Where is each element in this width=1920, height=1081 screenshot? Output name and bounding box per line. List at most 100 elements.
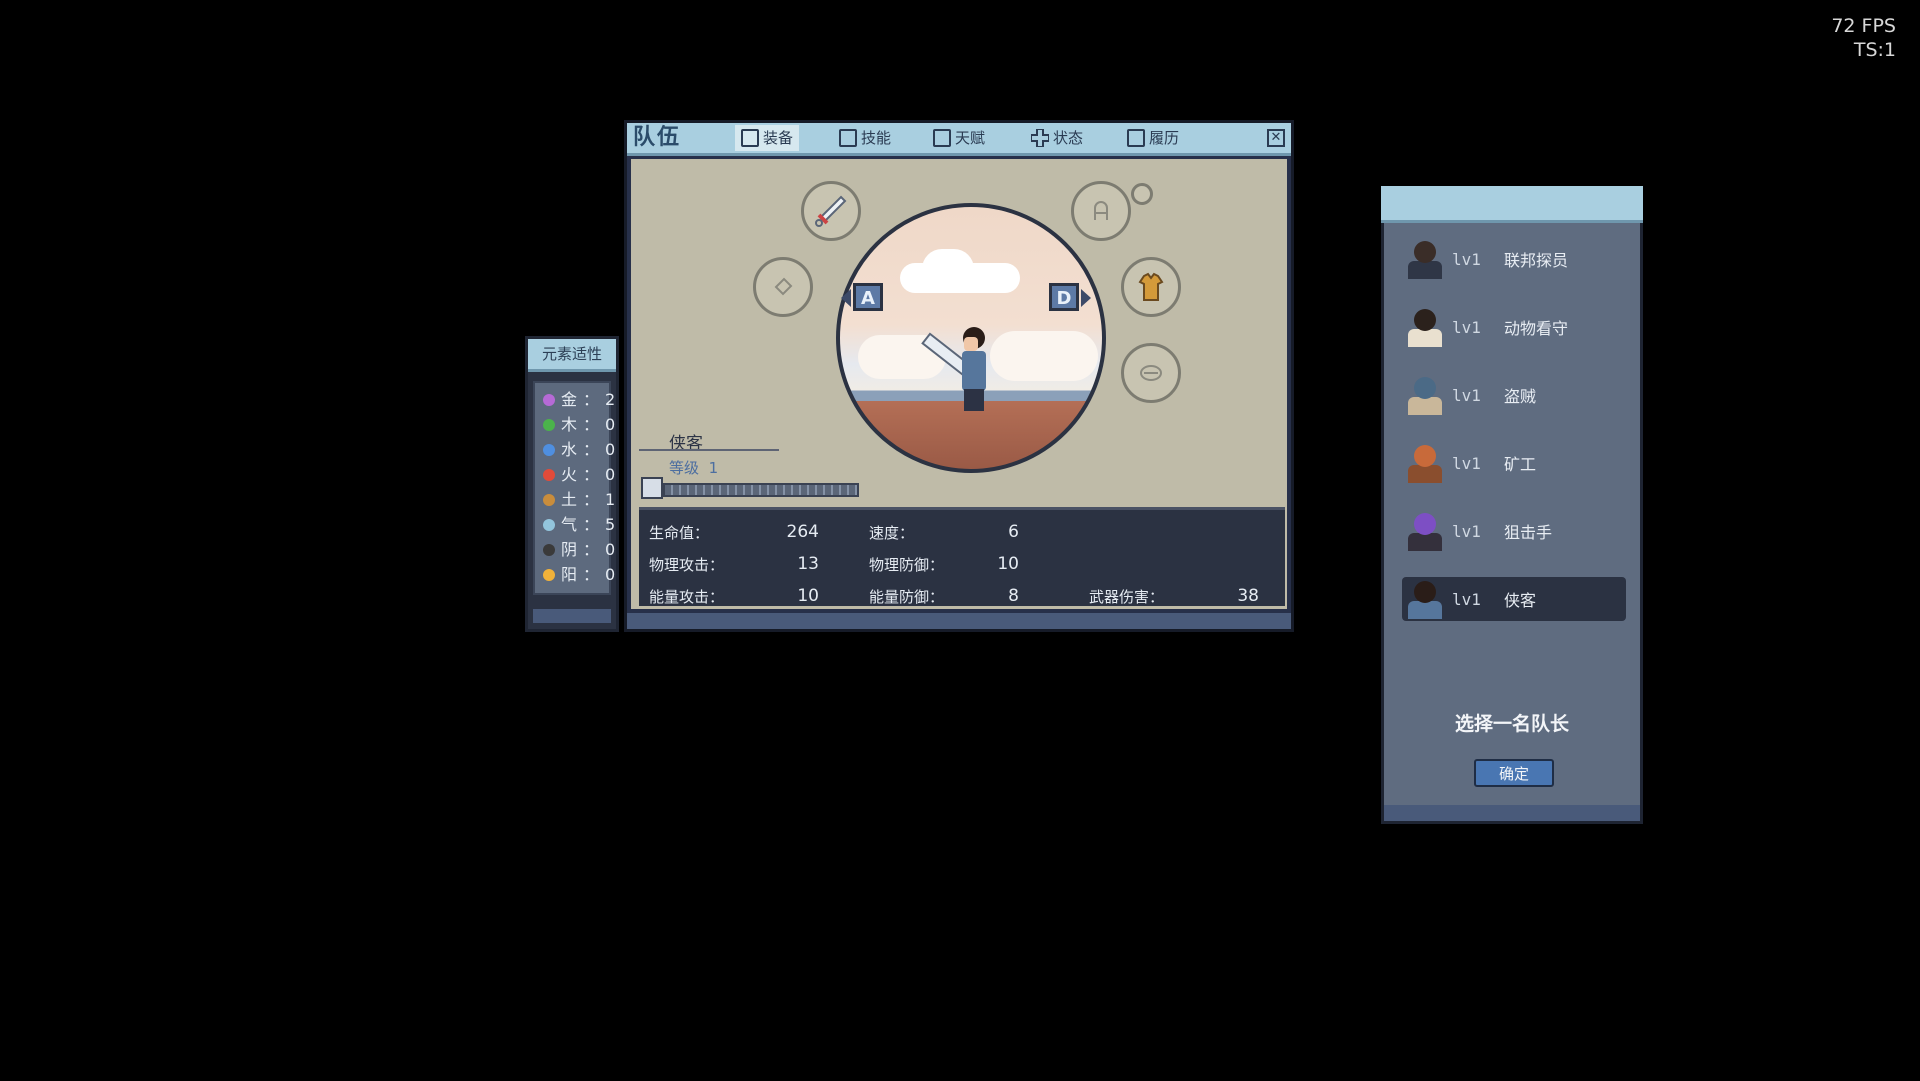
element-row: 气 ： 5 (543, 514, 615, 536)
element-value: 0 (605, 465, 616, 484)
leader-member-item[interactable]: lv1 狙击手 (1402, 509, 1626, 553)
equipment-panel: A D 侠客 等级 1 生命值： 264 速度： 6 物理攻击： 13 物理防御… (631, 159, 1287, 609)
avatar (1402, 577, 1446, 621)
leader-prompt: 选择一名队长 (1454, 713, 1569, 735)
stat-value-weapon-dmg: 38 (1237, 586, 1259, 606)
element-row: 阴 ： 0 (543, 539, 615, 561)
element-separator: ： (583, 565, 600, 584)
avatar (1402, 509, 1446, 553)
tab-label: 装备 (763, 129, 794, 147)
stat-value-energy-atk: 10 (797, 586, 819, 606)
stat-label-energy-def: 能量防御： (869, 588, 945, 606)
armor-slot[interactable] (1121, 257, 1181, 317)
element-row: 金 ： 2 (543, 389, 615, 411)
element-value: 0 (605, 565, 616, 584)
element-separator: ： (583, 465, 600, 484)
tab-equipment[interactable]: 装备 (735, 125, 800, 151)
element-icon (543, 394, 555, 406)
element-separator: ： (583, 440, 600, 459)
history-icon (1127, 129, 1145, 147)
equipment-icon (741, 129, 759, 147)
element-value: 0 (605, 415, 616, 434)
leader-member-item[interactable]: lv1 联邦探员 (1402, 237, 1626, 281)
member-name: 动物看守 (1504, 319, 1569, 338)
stat-value-hp: 264 (786, 522, 819, 542)
tab-talent[interactable]: 天赋 (927, 125, 991, 151)
avatar (1402, 305, 1446, 349)
leader-member-item[interactable]: lv1 动物看守 (1402, 305, 1626, 349)
element-row: 水 ： 0 (543, 439, 615, 461)
prev-character-button[interactable]: A (853, 283, 883, 311)
sword-icon (815, 195, 847, 227)
element-name: 阳 (561, 565, 578, 584)
avatar (1402, 237, 1446, 281)
stat-label-speed: 速度： (869, 524, 915, 542)
experience-icon (641, 477, 663, 499)
tab-status[interactable]: 状态 (1025, 125, 1089, 151)
leader-select-panel: lv1 联邦探员 lv1 动物看守 lv1 盗贼 lv1 矿工 lv1 狙击手 lv1 侠客 选择一名… (1381, 186, 1643, 824)
offhand-slot[interactable] (753, 257, 813, 317)
hero-sprite (958, 327, 988, 417)
arrow-right-icon[interactable] (1081, 289, 1091, 307)
element-name: 金 (561, 390, 578, 409)
element-value: 2 (605, 390, 616, 409)
stat-value-speed: 6 (1008, 522, 1019, 542)
weapon-slot[interactable] (801, 181, 861, 241)
stat-label-weapon-dmg: 武器伤害： (1089, 588, 1165, 606)
member-level: lv1 (1452, 589, 1481, 609)
element-name: 气 (561, 515, 578, 534)
tab-label: 技能 (861, 129, 892, 147)
stat-label-energy-atk: 能量攻击： (649, 588, 725, 606)
element-icon (543, 569, 555, 581)
tab-label: 天赋 (955, 129, 986, 147)
time-scale: TS:1 (1853, 39, 1896, 61)
stat-label-phys-atk: 物理攻击： (649, 556, 725, 574)
element-name: 阴 (561, 540, 578, 559)
tab-history[interactable]: 履历 (1121, 125, 1185, 151)
element-list: 金 ： 2 木 ： 0 水 ： 0 火 ： 0 土 ： 1 气 ： 5 阴 ： 0 阳 ： 0 (533, 381, 615, 595)
element-icon (543, 544, 555, 556)
party-window: 队伍 装备 技能 天赋 状态 履历 ✕ A D 侠客 等级 1 生命值： 264… (624, 120, 1294, 632)
element-name: 水 (561, 440, 578, 459)
element-icon (543, 519, 555, 531)
eye-icon[interactable] (1131, 183, 1153, 205)
element-separator: ： (583, 490, 600, 509)
tab-skill[interactable]: 技能 (833, 125, 897, 151)
ring-icon (1094, 201, 1108, 220)
robe-icon (1138, 272, 1164, 301)
stats-panel: 生命值： 264 速度： 6 物理攻击： 13 物理防御： 10 能量攻击： 1… (639, 507, 1285, 606)
party-title: 队伍 (633, 125, 682, 150)
leader-member-item[interactable]: lv1 矿工 (1402, 441, 1626, 485)
accessory-slot[interactable] (1071, 181, 1131, 241)
panel-footer (533, 609, 611, 623)
element-row: 土 ： 1 (543, 489, 615, 511)
confirm-button[interactable]: 确定 (1474, 759, 1554, 787)
member-name: 狙击手 (1504, 523, 1553, 542)
element-icon (543, 444, 555, 456)
helmet-slot[interactable] (1121, 343, 1181, 403)
tab-label: 履历 (1149, 129, 1180, 147)
member-name: 盗贼 (1504, 387, 1537, 406)
element-icon (543, 419, 555, 431)
leader-panel-header (1381, 186, 1643, 223)
next-character-button[interactable]: D (1049, 283, 1079, 311)
experience-bar (663, 483, 859, 497)
element-row: 阳 ： 0 (543, 564, 615, 586)
arrow-left-icon[interactable] (841, 289, 851, 307)
divider (639, 449, 779, 451)
talent-icon (933, 129, 951, 147)
close-button[interactable]: ✕ (1267, 129, 1285, 147)
character-portrait (836, 203, 1106, 473)
element-separator: ： (583, 415, 600, 434)
leader-member-item[interactable]: lv1 侠客 (1402, 577, 1626, 621)
stat-label-hp: 生命值： (649, 524, 710, 542)
tab-label: 状态 (1053, 129, 1084, 147)
leader-member-item[interactable]: lv1 盗贼 (1402, 373, 1626, 417)
element-separator: ： (583, 515, 600, 534)
close-icon: ✕ (1270, 130, 1282, 145)
element-row: 木 ： 0 (543, 414, 615, 436)
member-name: 侠客 (1504, 591, 1537, 610)
element-icon (543, 469, 555, 481)
element-separator: ： (583, 390, 600, 409)
character-level: 等级 1 (669, 459, 719, 477)
